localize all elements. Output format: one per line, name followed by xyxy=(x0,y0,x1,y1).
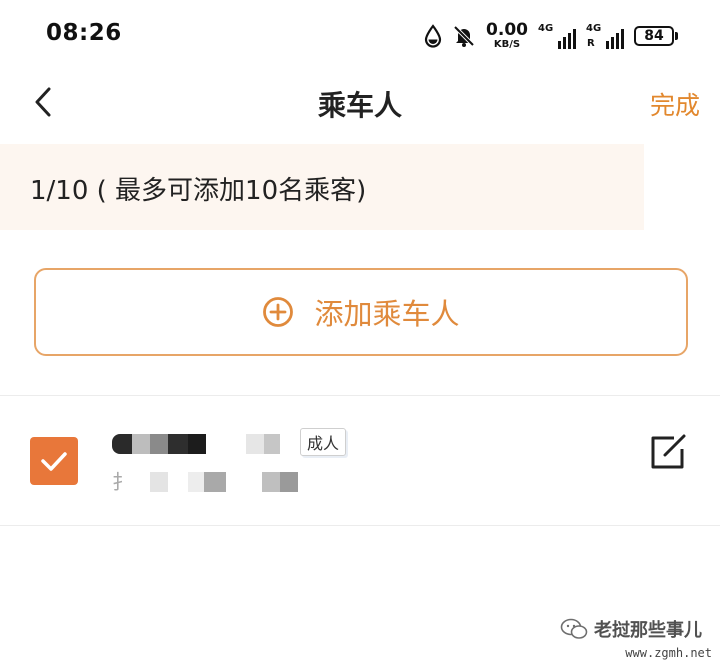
network-speed-value: 0.00 xyxy=(486,20,528,40)
plus-circle-icon xyxy=(263,297,294,327)
battery-level: 84 xyxy=(634,26,674,46)
add-passenger-label: 添加乘车人 xyxy=(314,297,460,331)
watermark-url: www.zgmh.net xyxy=(625,646,712,660)
wechat-icon xyxy=(560,618,588,639)
battery-indicator: 84 xyxy=(634,26,678,46)
passenger-page: 08:26 0.00 KB/S 4G 4G R 84 乘车人 完成 1/10 (… xyxy=(0,0,720,666)
page-title: 乘车人 xyxy=(317,89,402,122)
signal-type-label: 4G xyxy=(586,23,602,34)
status-time: 08:26 xyxy=(46,20,122,46)
network-speed-unit: KB/S xyxy=(493,39,521,50)
passenger-checkbox[interactable] xyxy=(30,437,78,485)
signal-bars-icon xyxy=(606,29,624,49)
passenger-type-badge: 成人 xyxy=(300,428,347,456)
add-passenger-button[interactable]: 添加乘车人 xyxy=(34,268,688,356)
passenger-row[interactable]: 成人 扌 xyxy=(0,396,720,526)
id-partial-char: 扌 xyxy=(112,470,132,494)
masked-passenger-id: 扌 xyxy=(112,472,298,492)
water-drop-icon xyxy=(424,24,442,48)
navigation-bar: 乘车人 完成 xyxy=(0,70,720,134)
bell-muted-icon xyxy=(452,24,476,48)
masked-passenger-name xyxy=(112,434,280,454)
status-icons: 0.00 KB/S 4G 4G R 84 xyxy=(424,20,678,52)
done-button[interactable]: 完成 xyxy=(650,86,700,122)
divider xyxy=(0,525,720,526)
checkmark-icon xyxy=(41,452,67,471)
roaming-label: R xyxy=(587,38,595,49)
passenger-limit-notice: 1/10 ( 最多可添加10名乘客) xyxy=(0,144,644,230)
signal-type-label: 4G xyxy=(538,23,554,34)
watermark: 老挝那些事儿 xyxy=(560,616,702,642)
network-speed: 0.00 KB/S xyxy=(486,22,528,50)
edit-passenger-button[interactable] xyxy=(648,432,688,472)
watermark-name: 老挝那些事儿 xyxy=(594,620,702,641)
status-bar: 08:26 0.00 KB/S 4G 4G R 84 xyxy=(0,0,720,70)
cell-signal-1: 4G xyxy=(538,23,576,49)
cell-signal-2: 4G R xyxy=(586,23,624,49)
edit-icon xyxy=(651,434,686,469)
signal-bars-icon xyxy=(558,29,576,49)
passenger-limit-text: 1/10 ( 最多可添加10名乘客) xyxy=(30,176,367,206)
